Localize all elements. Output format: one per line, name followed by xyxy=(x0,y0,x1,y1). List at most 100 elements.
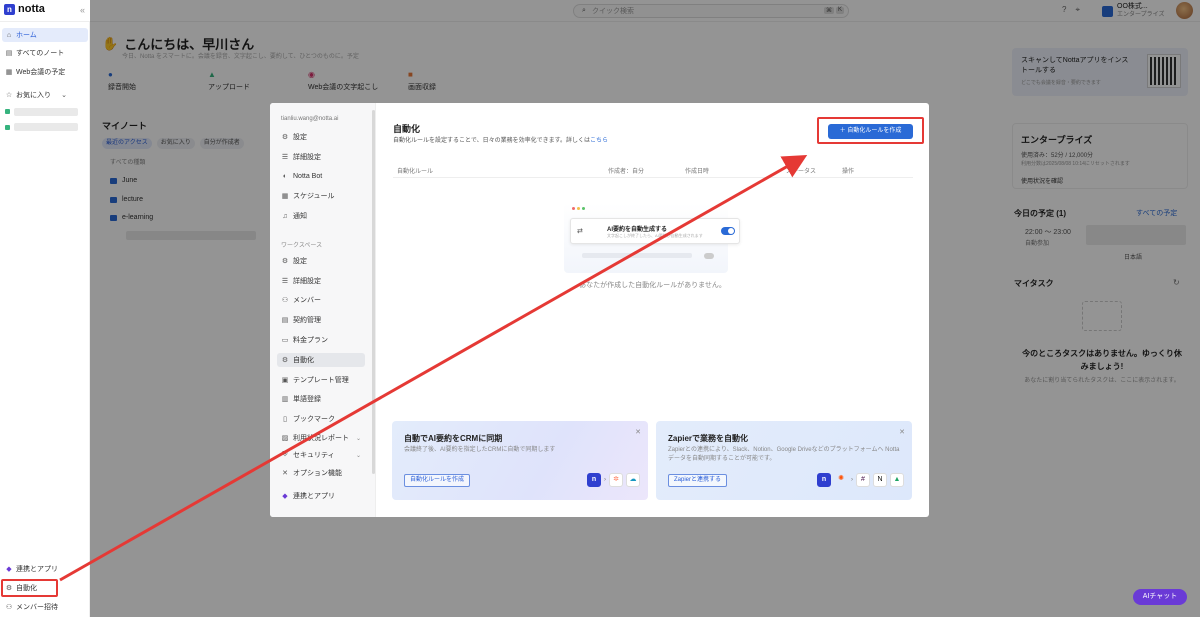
chevron-down-icon: ⌄ xyxy=(355,435,361,442)
nav-notta-bot[interactable]: ◐ Notta Bot xyxy=(277,169,365,183)
sidebar-item-label: すべてのノート xyxy=(16,50,65,57)
bookmark-icon: ▯ xyxy=(283,416,287,423)
calendar-icon: ▦ xyxy=(5,69,13,76)
column-rule: 自動化ルール xyxy=(397,169,434,175)
nav-usage-report[interactable]: ▨ 利用状況レポート ⌄ xyxy=(277,431,365,445)
ai-chat-button[interactable]: AIチャット xyxy=(1133,589,1187,605)
column-status: ステータス xyxy=(786,169,817,175)
home-icon: ⌂ xyxy=(6,31,12,39)
nav-personal-settings[interactable]: ⚙ 設定 xyxy=(277,130,365,144)
nav-bookmarks[interactable]: ▯ ブックマーク xyxy=(277,412,365,426)
close-icon[interactable]: ✕ xyxy=(635,428,641,436)
nav-label: 利用状況レポート xyxy=(293,435,349,442)
nav-workspace-settings[interactable]: ⚙ 設定 xyxy=(277,254,365,268)
google-drive-icon: ▲ xyxy=(890,473,904,487)
nav-label: 単語登録 xyxy=(293,396,321,403)
description-text: 自動化ルールを設定することで、日々の業務を効率化できます。詳しくは xyxy=(393,138,590,144)
nav-label: 設定 xyxy=(293,134,307,141)
notta-logo[interactable]: n notta xyxy=(4,3,45,15)
nav-label: 自動化 xyxy=(293,357,314,364)
automation-panel: 自動化 自動化ルールを設定することで、日々の業務を効率化できます。詳しくはこちら… xyxy=(376,103,929,517)
nav-schedule[interactable]: ▦ スケジュール xyxy=(277,189,365,203)
bot-icon: ◐ xyxy=(282,172,288,180)
salesforce-icon: ☁ xyxy=(626,473,640,487)
toggle-on-icon xyxy=(721,227,735,235)
settings-icon: ⚙ xyxy=(281,258,289,265)
sidebar-item-web-meetings[interactable]: ▦ Web会議の予定 xyxy=(2,65,88,79)
zapier-app-icons: n ✺ › # N ▲ xyxy=(817,473,904,487)
arrow-right-icon: › xyxy=(604,477,606,483)
bell-icon: ♫ xyxy=(282,212,288,220)
column-actions: 操作 xyxy=(842,169,855,175)
automation-flow-icon: ⇄ xyxy=(577,228,583,235)
automation-table-header: 自動化ルール 作成者：自分 作成日時 ステータス 操作 xyxy=(393,164,913,178)
collapse-sidebar-icon[interactable]: « xyxy=(80,5,85,15)
nav-options[interactable]: ✕ オプション機能 xyxy=(277,466,365,480)
sidebar-item-label: お気に入り xyxy=(16,92,51,99)
nav-label: 通知 xyxy=(293,213,307,220)
nav-integrations[interactable]: ◆ 連携とアプリ xyxy=(277,489,365,503)
slack-icon: # xyxy=(856,473,870,487)
apps-icon: ◆ xyxy=(6,566,12,573)
nav-members[interactable]: ⚇ メンバー xyxy=(277,293,365,307)
nav-label: ブックマーク xyxy=(293,416,335,423)
apps-icon: ◆ xyxy=(282,493,288,500)
nav-security[interactable]: ⛨ セキュリティ ⌄ xyxy=(277,448,365,462)
notta-logo-mark: n xyxy=(4,3,15,15)
sidebar-item-favorites[interactable]: ☆ お気に入り ⌄ xyxy=(2,88,88,102)
favorite-note-redacted[interactable] xyxy=(14,108,78,116)
nav-scrollbar[interactable] xyxy=(372,110,375,474)
chevron-down-icon: ⌄ xyxy=(355,452,361,459)
nav-label: テンプレート管理 xyxy=(293,377,349,384)
dictionary-icon: ▥ xyxy=(281,396,289,403)
sidebar-item-home[interactable]: ⌂ ホーム xyxy=(2,28,88,42)
sidebar-item-integrations[interactable]: ◆ 連携とアプリ xyxy=(2,562,88,576)
nav-label: メンバー xyxy=(293,297,321,304)
empty-state-text: あなたが作成した自動化ルールがありません。 xyxy=(579,282,726,289)
nav-label: 設定 xyxy=(293,258,307,265)
column-creator[interactable]: 作成者：自分 xyxy=(608,166,644,175)
advanced-settings-icon: ☰ xyxy=(281,278,289,285)
card-title: 自動でAI要約をCRMに同期 xyxy=(404,434,503,443)
members-icon: ⚇ xyxy=(281,297,289,304)
nav-dictionary[interactable]: ▥ 単語登録 xyxy=(277,392,365,406)
pricing-icon: ▭ xyxy=(281,337,289,344)
nav-automation[interactable]: ⚙ 自動化 xyxy=(277,353,365,367)
nav-workspace-advanced[interactable]: ☰ 詳細設定 xyxy=(277,274,365,288)
notion-icon: N xyxy=(873,473,887,487)
sidebar: ⌂ ホーム ▤ すべてのノート ▦ Web会議の予定 ☆ お気に入り ⌄ ◆ 連… xyxy=(0,22,90,617)
nav-label: 連携とアプリ xyxy=(293,493,335,500)
settings-nav: tianliu.wang@notta.ai ⚙ 設定 ☰ 詳細設定 ◐ Nott… xyxy=(270,103,376,517)
nav-pricing[interactable]: ▭ 料金プラン xyxy=(277,333,365,347)
create-rule-button[interactable]: 自動化ルールを作成 xyxy=(404,474,471,487)
sidebar-item-invite[interactable]: ⚇ メンバー招待 xyxy=(2,600,88,614)
annotation-highlight-sidebar-automation xyxy=(1,579,58,597)
zapier-card: ✕ Zapierで業務を自動化 Zapierとの連携により、Slack、Noti… xyxy=(656,421,912,500)
security-icon: ⛨ xyxy=(282,451,288,458)
nav-personal-advanced[interactable]: ☰ 詳細設定 xyxy=(277,150,365,164)
sidebar-item-label: ホーム xyxy=(16,32,37,39)
illustration-title: AI要約を自動生成する xyxy=(607,227,668,233)
calendar-icon: ▦ xyxy=(281,193,289,200)
close-icon[interactable]: ✕ xyxy=(899,428,905,436)
illustration-sub: 文字起こしが終了したら、AI要約が自動生成されます xyxy=(607,233,703,238)
notta-app-icon: n xyxy=(817,473,831,487)
favorite-note-redacted[interactable] xyxy=(14,123,78,131)
nav-contract[interactable]: ▤ 契約管理 xyxy=(277,313,365,327)
connect-zapier-button[interactable]: Zapierと連携する xyxy=(668,474,728,487)
sidebar-item-all-notes[interactable]: ▤ すべてのノート xyxy=(2,46,88,60)
favorite-note-icon xyxy=(5,125,10,130)
crm-sync-card: ✕ 自動でAI要約をCRMに同期 会議終了後、AI要約を指定したCRMに自動で同… xyxy=(392,421,648,500)
learn-more-link[interactable]: こちら xyxy=(590,138,608,144)
automation-title: 自動化 xyxy=(393,124,421,134)
window-dots xyxy=(572,207,585,210)
empty-state-illustration: ⇄ AI要約を自動生成する 文字起こしが終了したら、AI要約が自動生成されます xyxy=(564,203,740,273)
nav-templates[interactable]: ▣ テンプレート管理 xyxy=(277,373,365,387)
column-created-at: 作成日時 xyxy=(685,169,710,175)
nav-label: オプション機能 xyxy=(293,470,342,477)
sidebar-item-label: 連携とアプリ xyxy=(16,566,58,573)
nav-notifications[interactable]: ♫ 通知 xyxy=(277,209,365,223)
chevron-down-icon: ⌄ xyxy=(61,92,67,99)
nav-label: セキュリティ xyxy=(293,452,335,459)
report-icon: ▨ xyxy=(281,435,289,442)
